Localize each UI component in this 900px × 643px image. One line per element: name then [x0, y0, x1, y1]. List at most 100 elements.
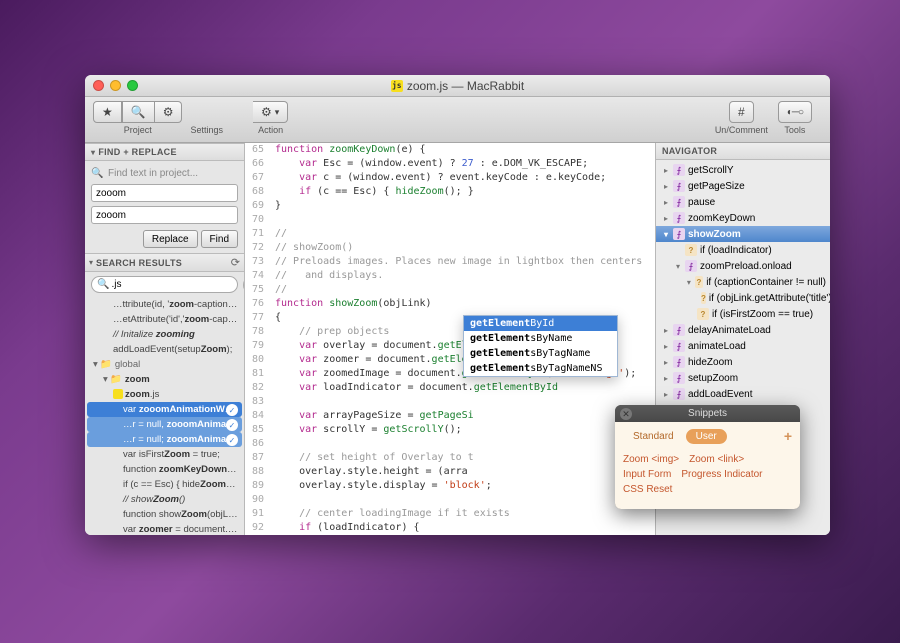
disclosure-triangle-icon: ▾	[662, 230, 670, 239]
code-editor[interactable]: 65 66 67 68 69 70 71 72 73 74 75 76 77 7…	[245, 143, 655, 535]
search-result-row[interactable]: // Initalize zooming	[87, 327, 242, 342]
navigator-item-label: if (loadIndicator)	[700, 245, 772, 256]
search-field[interactable]: 🔍 ✕	[91, 276, 238, 293]
navigator-item-label: getPageSize	[688, 181, 745, 192]
search-results-list[interactable]: …ttribute(id, 'zoom-caption');con……etAtt…	[85, 297, 244, 535]
js-file-icon: js	[391, 80, 403, 92]
navigator-item[interactable]: ▸⨍getPageSize	[656, 178, 830, 194]
snippets-header[interactable]: ✕ Snippets	[615, 405, 800, 422]
find-replace-header[interactable]: ▾ FIND + REPLACE	[85, 143, 244, 161]
function-icon: ⨍	[673, 228, 685, 240]
replace-input[interactable]	[91, 206, 238, 224]
search-result-row[interactable]: …ttribute(id, 'zoom-caption');con…	[87, 297, 242, 312]
navigator-item[interactable]: ▸⨍delayAnimateLoad	[656, 322, 830, 338]
navigator-item-label: animateLoad	[688, 341, 746, 352]
minimize-window-button[interactable]	[110, 80, 121, 91]
function-icon: ⨍	[673, 212, 685, 224]
search-icon: 🔍	[97, 279, 109, 290]
search-result-row[interactable]: …etAttribute('id','zoom-caption');	[87, 312, 242, 327]
snippets-tab[interactable]: User	[686, 429, 727, 444]
navigator-item[interactable]: ▸⨍getScrollY	[656, 162, 830, 178]
search-result-row[interactable]: // showZoom()	[87, 492, 242, 507]
search-result-row[interactable]: ▾ 📁 global	[87, 357, 242, 372]
search-result-row[interactable]: function showZoom(objLink)	[87, 507, 242, 522]
navigator-item[interactable]: ▸⨍hideZoom	[656, 354, 830, 370]
snippet-item[interactable]: Progress Indicator	[681, 469, 762, 480]
navigator-item[interactable]: ▸⨍setupZoom	[656, 370, 830, 386]
navigator-item[interactable]: ▸⨍animateLoad	[656, 338, 830, 354]
search-project-button[interactable]: 🔍	[122, 101, 155, 123]
uncomment-group: # Un/Comment	[715, 101, 768, 135]
navigator-list[interactable]: ▸⨍getScrollY▸⨍getPageSize▸⨍pause▸⨍zoomKe…	[656, 160, 830, 404]
completion-item[interactable]: getElementsByTagNameNS	[464, 361, 617, 376]
navigator-item[interactable]: ▾⨍showZoom	[656, 226, 830, 242]
checkmark-icon: ✓	[226, 419, 238, 431]
search-result-row[interactable]: var zooomAnimationWai…✓	[87, 402, 242, 417]
search-result-row[interactable]: …r = null, zooomAnimati…✓	[87, 417, 242, 432]
navigator-item-label: if (captionContainer != null)	[706, 277, 826, 288]
navigator-item[interactable]: ▸⨍pause	[656, 194, 830, 210]
add-snippet-button[interactable]: +	[784, 428, 792, 444]
disclosure-triangle-icon: ▸	[662, 182, 670, 191]
snippet-item[interactable]: Zoom <link>	[689, 454, 744, 465]
tools-button[interactable]: ◐─○	[778, 101, 812, 123]
project-settings-button[interactable]: ⚙	[155, 101, 183, 123]
navigator-item[interactable]: ▾⨍zoomPreload.onload	[656, 258, 830, 274]
navigator-item[interactable]: ?if (objLink.getAttribute('title'))	[656, 290, 830, 306]
navigator-item[interactable]: ?if (isFirstZoom == true)	[656, 306, 830, 322]
search-result-row[interactable]: addLoadEvent(setupZoom);	[87, 342, 242, 357]
uncomment-button[interactable]: #	[729, 101, 754, 123]
search-result-row[interactable]: var isFirstZoom = true;	[87, 447, 242, 462]
navigator-item-label: pause	[688, 197, 715, 208]
navigator-item-label: delayAnimateLoad	[688, 325, 771, 336]
settings-label: Settings	[190, 125, 223, 135]
disclosure-triangle-icon: ▸	[662, 214, 670, 223]
search-result-row[interactable]: if (c == Esc) { hideZoom(); }	[87, 477, 242, 492]
snippets-tabs: StandardUser +	[615, 422, 800, 450]
zoom-window-button[interactable]	[127, 80, 138, 91]
find-button[interactable]: Find	[201, 230, 238, 248]
condition-icon: ?	[697, 308, 709, 320]
search-result-row[interactable]: ▾ 📁 zoom	[87, 372, 242, 387]
snippet-item[interactable]: CSS Reset	[623, 484, 672, 495]
function-icon: ⨍	[673, 340, 685, 352]
condition-icon: ?	[701, 292, 706, 304]
search-result-row[interactable]: zoom.js	[87, 387, 242, 402]
uncomment-label: Un/Comment	[715, 125, 768, 135]
find-placeholder-label: Find text in project...	[108, 168, 198, 179]
checkmark-icon: ✓	[226, 404, 238, 416]
search-result-row[interactable]: var zoomer = document.ge…	[87, 522, 242, 535]
disclosure-triangle-icon: ▸	[662, 166, 670, 175]
snippet-item[interactable]: Zoom <img>	[623, 454, 679, 465]
search-result-row[interactable]: function zoomKeyDown(e) {	[87, 462, 242, 477]
autocomplete-popup[interactable]: getElementByIdgetElementsByNamegetElemen…	[463, 315, 618, 377]
close-window-button[interactable]	[93, 80, 104, 91]
snippets-tab[interactable]: Standard	[623, 429, 684, 444]
disclosure-triangle-icon[interactable]: ▾	[89, 258, 93, 267]
function-icon: ⨍	[685, 260, 697, 272]
close-snippets-button[interactable]: ✕	[620, 408, 632, 420]
replace-button[interactable]: Replace	[143, 230, 198, 248]
line-gutter: 65 66 67 68 69 70 71 72 73 74 75 76 77 7…	[245, 143, 271, 535]
find-replace-panel: 🔍 Find text in project... Replace Find	[85, 161, 244, 253]
completion-item[interactable]: getElementsByTagName	[464, 346, 617, 361]
navigator-item[interactable]: ▸⨍zoomKeyDown	[656, 210, 830, 226]
navigator-item-label: addLoadEvent	[688, 389, 753, 400]
navigator-item[interactable]: ▾?if (captionContainer != null)	[656, 274, 830, 290]
search-result-row[interactable]: …r = null; zooomAnimat…✓	[87, 432, 242, 447]
search-query-input[interactable]	[111, 279, 243, 290]
action-button[interactable]: ⚙ ▾	[253, 101, 288, 123]
function-icon: ⨍	[673, 324, 685, 336]
reload-results-button[interactable]: ⟳	[231, 256, 240, 269]
favorites-button[interactable]: ★	[93, 101, 122, 123]
sidebar: ▾ FIND + REPLACE 🔍 Find text in project.…	[85, 143, 245, 535]
navigator-item[interactable]: ▸⨍addLoadEvent	[656, 386, 830, 402]
completion-item[interactable]: getElementById	[464, 316, 617, 331]
navigator-item[interactable]: ?if (loadIndicator)	[656, 242, 830, 258]
snippet-item[interactable]: Input Form	[623, 469, 671, 480]
find-input[interactable]	[91, 184, 238, 202]
completion-item[interactable]: getElementsByName	[464, 331, 617, 346]
snippets-panel[interactable]: ✕ Snippets StandardUser + Zoom <img> Zoom …	[615, 405, 800, 509]
condition-icon: ?	[695, 276, 704, 288]
window-title: js zoom.js — MacRabbit	[85, 79, 830, 93]
